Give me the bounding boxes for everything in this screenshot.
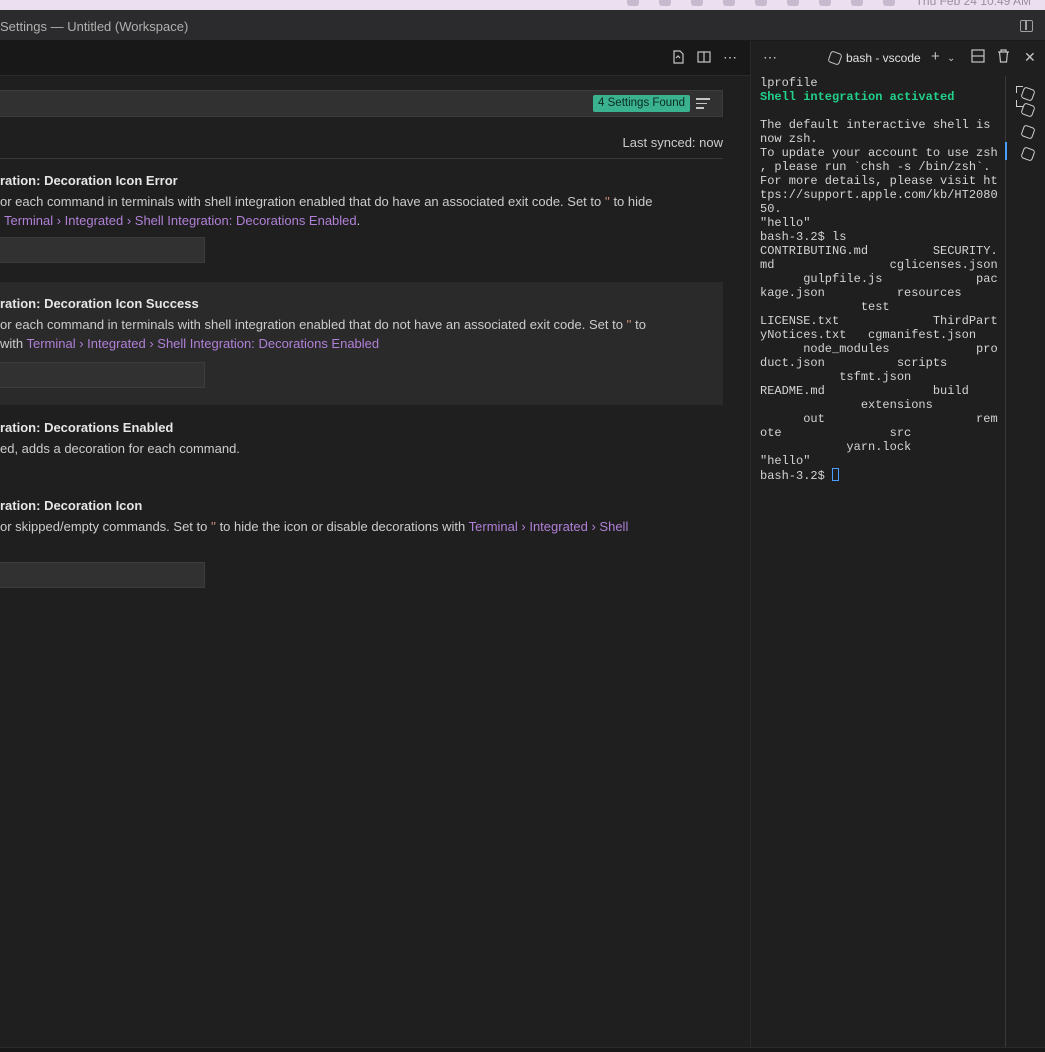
terminal-line: The default interactive shell is	[760, 118, 991, 132]
terminal-line: tsfmt.json	[760, 370, 912, 384]
terminal-header: ⋯ bash - vscode + ⌄ ✕	[751, 41, 1045, 76]
terminal-tab-icon[interactable]	[1020, 146, 1036, 162]
window-title-bar: Settings — Untitled (Workspace)	[0, 10, 1045, 41]
active-tab-indicator	[1005, 142, 1007, 160]
terminal-line: bash-3.2$ ls	[760, 230, 847, 244]
split-editor-icon[interactable]	[696, 49, 712, 65]
setting-decoration-icon-success[interactable]: ration: Decoration Icon Success or each …	[0, 282, 723, 405]
settings-found-badge: 4 Settings Found	[593, 95, 690, 112]
settings-search-input[interactable]: 4 Settings Found	[0, 90, 723, 117]
terminal-line: yarn.lock	[760, 440, 912, 454]
setting-title: ration: Decorations Enabled	[0, 420, 174, 435]
setting-title: ration: Decoration Icon Success	[0, 296, 199, 311]
terminal-line: duct.json scripts	[760, 356, 948, 370]
status-bar-edge	[0, 1047, 1045, 1052]
wifi-icon[interactable]	[819, 0, 831, 6]
terminal-icon	[827, 50, 843, 66]
terminal-line: 50.	[760, 202, 782, 216]
terminal-line: bash-3.2$	[760, 468, 1000, 483]
volume-icon[interactable]	[691, 0, 703, 6]
setting-text-input[interactable]	[0, 562, 205, 588]
setting-description-line2: Terminal › Integrated › Shell Integratio…	[4, 213, 361, 228]
setting-decoration-icon-error[interactable]: ration: Decoration Icon Error or each co…	[0, 159, 723, 281]
terminal-line: lprofile	[760, 76, 818, 90]
terminal-line: CONTRIBUTING.md SECURITY.	[760, 244, 998, 258]
menu-extra-icon[interactable]	[659, 0, 671, 6]
settings-editor: ⋯ 4 Settings Found Last synced: now rati…	[0, 41, 750, 1047]
terminal-line: For more details, please visit ht	[760, 174, 998, 188]
setting-text-input[interactable]	[0, 237, 205, 263]
terminal-line: , please run `chsh -s /bin/zsh`.	[760, 160, 991, 174]
terminal-line: extensions	[760, 398, 933, 412]
setting-description-line2: with Terminal › Integrated › Shell Integ…	[0, 336, 380, 351]
terminal-line: gulpfile.js pac	[760, 272, 998, 286]
chevron-down-icon[interactable]: ⌄	[947, 51, 955, 67]
terminal-line: To update your account to use zsh	[760, 146, 998, 160]
customize-layout-icon[interactable]	[1020, 20, 1033, 32]
terminal-line: test	[760, 300, 890, 314]
menu-extra-icon[interactable]	[627, 0, 639, 6]
setting-description: or each command in terminals with shell …	[0, 317, 646, 332]
filter-settings-icon[interactable]	[696, 98, 710, 110]
setting-link[interactable]: Terminal › Integrated › Shell	[469, 519, 629, 534]
setting-decoration-icon[interactable]: ration: Decoration Icon or skipped/empty…	[0, 484, 723, 594]
terminal-line: now zsh.	[760, 132, 818, 146]
battery-icon[interactable]	[787, 0, 799, 6]
menu-extra-icon[interactable]	[755, 0, 767, 6]
window-title: Settings — Untitled (Workspace)	[0, 19, 189, 34]
setting-title: ration: Decoration Icon Error	[0, 173, 178, 188]
macos-menu-bar: Thu Feb 24 10:49 AM	[0, 0, 1045, 10]
setting-title: ration: Decoration Icon	[0, 498, 143, 513]
kill-terminal-icon[interactable]	[997, 49, 1010, 67]
split-terminal-icon[interactable]	[971, 49, 985, 67]
setting-description: ed, adds a decoration for each command.	[0, 441, 240, 456]
setting-text-input[interactable]	[0, 362, 205, 388]
setting-decorations-enabled[interactable]: ration: Decorations Enabled ed, adds a d…	[0, 406, 723, 484]
terminal-line: Shell integration activated	[760, 90, 955, 104]
setting-description: or skipped/empty commands. Set to '' to …	[0, 519, 629, 534]
editor-actions: ⋯	[670, 49, 738, 65]
terminal-cursor	[832, 468, 840, 481]
terminal-more-icon[interactable]: ⋯	[763, 49, 778, 66]
open-settings-json-icon[interactable]	[670, 49, 686, 65]
terminal-tab-icon[interactable]	[1020, 102, 1036, 118]
terminal-output[interactable]: lprofile Shell integration activated The …	[760, 76, 1000, 483]
terminal-tab-icon[interactable]	[1020, 124, 1036, 140]
editor-tab-bar: ⋯	[0, 41, 750, 76]
setting-link[interactable]: Terminal › Integrated › Shell Integratio…	[4, 213, 357, 228]
terminal-line: ote src	[760, 426, 912, 440]
terminal-line: kage.json resources	[760, 286, 962, 300]
setting-description: or each command in terminals with shell …	[0, 194, 653, 209]
terminal-line: README.md build	[760, 384, 969, 398]
sync-status: Last synced: now	[622, 135, 723, 150]
setting-link[interactable]: Terminal › Integrated › Shell Integratio…	[27, 336, 380, 351]
terminal-line: tps://support.apple.com/kb/HT2080	[760, 188, 998, 202]
terminal-line: "hello"	[760, 454, 811, 468]
terminal-line: yNotices.txt cgmanifest.json	[760, 328, 977, 342]
terminal-selector[interactable]: bash - vscode	[827, 50, 921, 66]
terminal-line: "hello"	[760, 216, 811, 230]
terminal-line: node_modules pro	[760, 342, 998, 356]
more-actions-icon[interactable]: ⋯	[722, 49, 738, 65]
menu-bar-clock[interactable]: Thu Feb 24 10:49 AM	[916, 0, 1031, 8]
terminal-panel: ⋯ bash - vscode + ⌄ ✕ lprofile Shell inte…	[750, 41, 1045, 1047]
terminal-line: LICENSE.txt ThirdPart	[760, 314, 998, 328]
control-center-icon[interactable]	[883, 0, 895, 6]
search-icon[interactable]	[851, 0, 863, 6]
terminal-line: md cglicenses.json	[760, 258, 998, 272]
terminal-tabs-list	[1005, 76, 1045, 1047]
close-panel-icon[interactable]: ✕	[1024, 49, 1036, 65]
menu-bar-status-icons	[627, 0, 895, 6]
bluetooth-icon[interactable]	[723, 0, 735, 6]
terminal-line: out rem	[760, 412, 998, 426]
new-terminal-icon[interactable]: +	[931, 49, 940, 65]
